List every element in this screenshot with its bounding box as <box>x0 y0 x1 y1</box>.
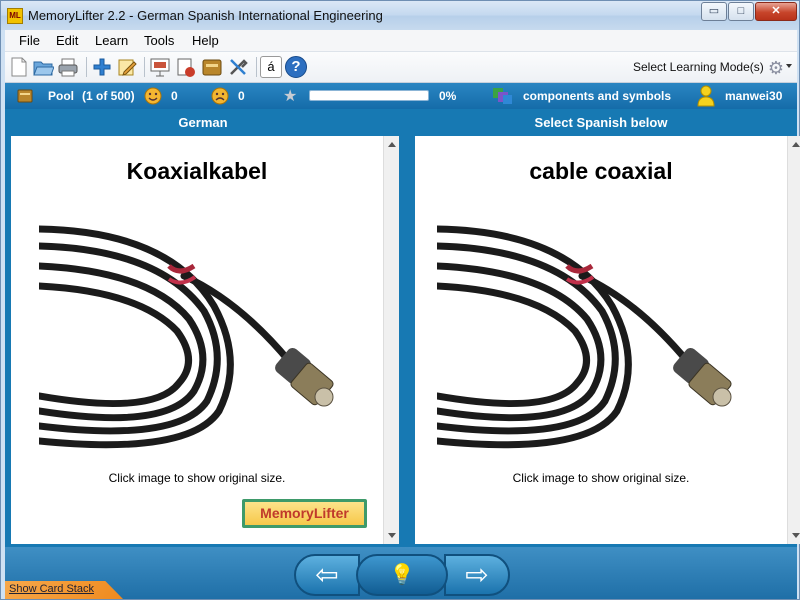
close-button[interactable]: ✕ <box>755 2 797 21</box>
chapter-icon <box>493 88 512 104</box>
open-folder-icon[interactable] <box>32 56 54 78</box>
answer-language-header: Select Spanish below <box>534 115 668 130</box>
star-icon: ★ <box>283 88 298 105</box>
pool-label: Pool <box>48 89 74 103</box>
answer-scrollbar[interactable] <box>787 136 800 544</box>
answer-image-hint: Click image to show original size. <box>512 471 690 485</box>
coax-cable-image[interactable] <box>437 211 737 461</box>
minimize-button[interactable]: ▭ <box>701 2 727 21</box>
chapter-name[interactable]: components and symbols <box>523 89 671 103</box>
status-bar: Pool (1 of 500) 0 0 ★ 0% components and … <box>5 83 797 109</box>
lightbulb-icon: 💡 <box>389 564 415 586</box>
wrong-count: 0 <box>238 89 245 103</box>
menu-learn[interactable]: Learn <box>95 33 128 48</box>
menu-help[interactable]: Help <box>192 33 219 48</box>
pool-count: (1 of 500) <box>82 89 135 103</box>
question-scrollbar[interactable] <box>383 136 399 544</box>
scroll-down-icon[interactable] <box>792 533 800 538</box>
card-box-icon[interactable] <box>201 56 223 78</box>
next-card-button[interactable]: ⇨ <box>444 554 510 596</box>
menu-file[interactable]: File <box>19 33 40 48</box>
smiley-happy-icon <box>144 87 162 105</box>
learning-mode-label[interactable]: Select Learning Mode(s) <box>633 60 764 74</box>
question-language-header: German <box>178 115 228 130</box>
question-image-hint: Click image to show original size. <box>108 471 286 485</box>
show-hint-button[interactable]: 💡 <box>356 554 448 596</box>
maximize-button[interactable]: □ <box>728 2 754 21</box>
menu-tools[interactable]: Tools <box>144 33 174 48</box>
settings-card-icon[interactable] <box>175 56 197 78</box>
menu-bar: File Edit Learn Tools Help <box>5 30 797 52</box>
tools-icon[interactable] <box>227 56 249 78</box>
logo-text-1: Memory <box>260 505 314 521</box>
navigation-bar: ⇦ ⇨ 💡 Show Card Stack <box>5 547 797 599</box>
title-bar[interactable]: ML MemoryLifter 2.2 - German Spanish Int… <box>1 1 799 30</box>
arrow-right-icon: ⇨ <box>465 559 489 590</box>
scroll-down-icon[interactable] <box>388 533 396 538</box>
user-icon <box>697 85 715 107</box>
answer-pane[interactable]: cable coaxial Click image to show origin… <box>415 136 800 544</box>
slideshow-icon[interactable] <box>149 56 171 78</box>
user-name[interactable]: manwei30 <box>725 89 782 103</box>
new-file-icon[interactable] <box>8 56 30 78</box>
show-card-stack-tab[interactable]: Show Card Stack <box>5 581 123 599</box>
question-pane[interactable]: Koaxialkabel Click image to show origina… <box>11 136 399 544</box>
arrow-left-icon: ⇦ <box>315 559 339 590</box>
app-icon: ML <box>7 8 23 24</box>
toolbar: á ? Select Learning Mode(s) ⚙ <box>5 52 797 83</box>
scroll-up-icon[interactable] <box>792 142 800 147</box>
progress-percent: 0% <box>439 89 457 103</box>
logo-text-2: Lifter <box>313 505 349 521</box>
answer-word: cable coaxial <box>529 158 673 184</box>
chevron-down-icon[interactable] <box>786 64 792 68</box>
edit-card-icon[interactable] <box>116 56 138 78</box>
add-icon[interactable] <box>91 56 113 78</box>
show-card-stack-link[interactable]: Show Card Stack <box>9 583 94 595</box>
card-area: German Select Spanish below Koaxialkabel… <box>5 109 800 547</box>
app-window: ML MemoryLifter 2.2 - German Spanish Int… <box>0 0 800 600</box>
smiley-sad-icon <box>211 87 229 105</box>
coax-cable-image[interactable] <box>39 211 339 461</box>
progress-bar <box>309 90 429 101</box>
print-icon[interactable] <box>57 56 79 78</box>
help-icon[interactable]: ? <box>285 56 307 78</box>
menu-edit[interactable]: Edit <box>56 33 78 48</box>
scroll-up-icon[interactable] <box>388 142 396 147</box>
previous-card-button[interactable]: ⇦ <box>294 554 360 596</box>
gear-icon[interactable]: ⚙ <box>765 57 787 79</box>
card-box-icon <box>17 89 33 103</box>
question-word: Koaxialkabel <box>126 158 268 184</box>
memorylifter-logo: MemoryLifter <box>242 499 367 528</box>
correct-count: 0 <box>171 89 178 103</box>
window-title: MemoryLifter 2.2 - German Spanish Intern… <box>28 8 383 23</box>
special-char-icon[interactable]: á <box>260 56 282 78</box>
